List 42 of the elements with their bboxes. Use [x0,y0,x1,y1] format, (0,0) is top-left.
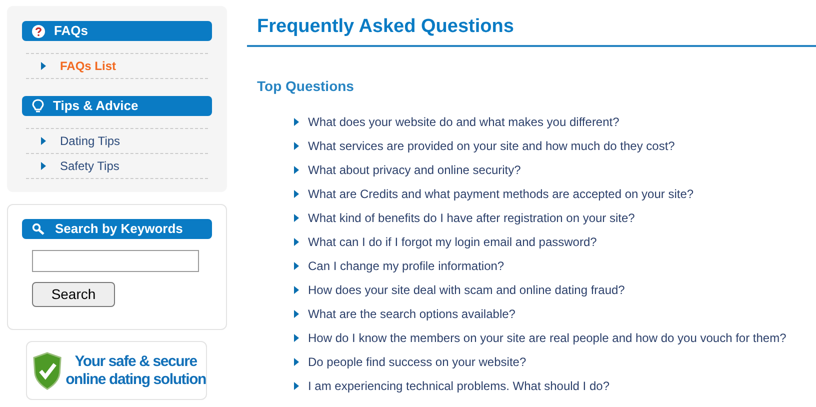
question-link[interactable]: How do I know the members on your site are real people and how do you vouch for them? [308,328,786,346]
arrow-icon [41,137,46,145]
arrow-icon [41,62,46,70]
page-title: Frequently Asked Questions [256,15,514,39]
lightbulb-icon [32,99,44,113]
question-link[interactable]: What services are provided on your site and how much do they cost? [308,136,675,154]
arrow-icon [294,286,299,294]
arrow-icon [294,214,299,222]
badge-text: Your safe & secure [74,352,198,370]
question-link[interactable]: What kind of benefits do I have after registration on your site? [308,208,635,226]
section-subtitle: Top Questions [256,76,354,96]
question-link[interactable]: What are Credits and what payment methods are accepted on your site? [308,184,694,202]
search-icon [32,223,45,235]
sidebar-link[interactable]: Dating Tips [60,132,120,150]
arrow-icon [294,238,299,246]
arrow-icon [41,162,46,170]
search-button[interactable]: Search [32,282,115,307]
arrow-icon [294,262,299,270]
section-title: FAQs [54,22,88,40]
arrow-icon [294,190,299,198]
search-field[interactable] [32,250,199,272]
question-link[interactable]: What can I do if I forgot my login email and password? [308,232,597,250]
question-link[interactable]: Do people find success on your website? [308,352,526,370]
sidebar-link[interactable]: Safety Tips [60,157,120,175]
arrow-icon [294,334,299,342]
arrow-icon [294,382,299,390]
section-title: Search by Keywords [55,220,183,238]
arrow-icon [294,142,299,150]
question-link[interactable]: What about privacy and online security? [308,160,521,178]
question-icon [32,24,45,38]
arrow-icon [294,118,299,126]
question-link[interactable]: What does your website do and what makes you different? [308,112,620,130]
question-link[interactable]: How does your site deal with scam and online dating fraud? [308,280,625,298]
question-link[interactable]: I am experiencing technical problems. What should I do? [308,376,610,394]
badge-text: online dating solution [66,370,206,388]
section-title: Tips & Advice [53,97,138,116]
shield-check-icon [33,350,62,390]
question-link[interactable]: What are the search options available? [308,304,516,322]
arrow-icon [294,166,299,174]
arrow-icon [294,358,299,366]
question-link[interactable]: Can I change my profile information? [308,256,504,274]
arrow-icon [294,310,299,318]
